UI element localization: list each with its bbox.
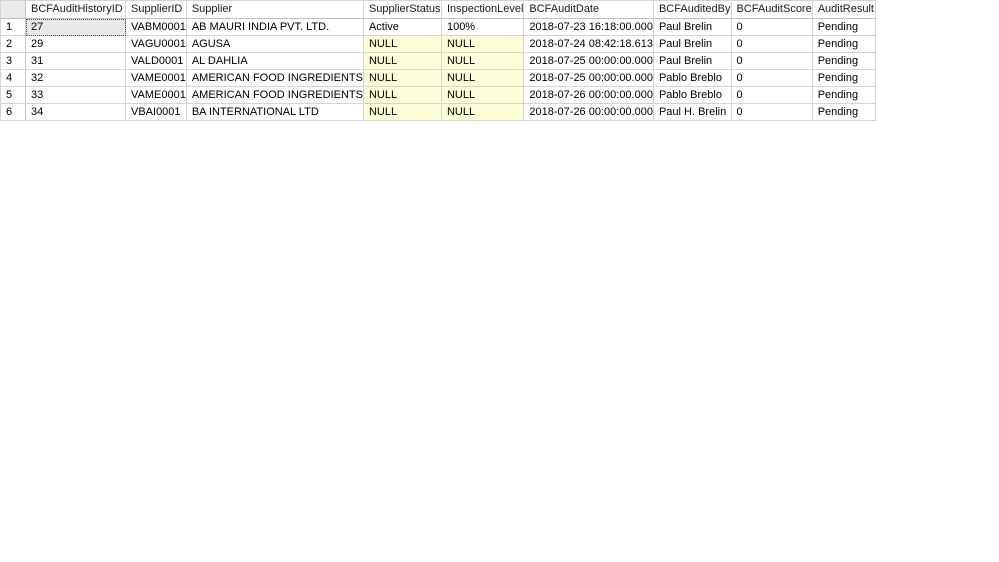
table-row[interactable]: 1 27 VABM0001 AB MAURI INDIA PVT. LTD. Activ… [0,18,876,36]
cell-supplierstatus[interactable]: NULL [363,103,442,121]
column-header-auditresult[interactable]: AuditResult [812,0,876,19]
cell-supplier[interactable]: AL DAHLIA [186,52,364,70]
column-header-bcfauditdate[interactable]: BCFAuditDate [523,0,654,19]
cell-bcfauditscore[interactable]: 0 [731,103,813,121]
cell-bcfauditdate[interactable]: 2018-07-23 16:18:00.000 [523,18,654,36]
cell-bcfaudithistoryid[interactable]: 31 [25,52,126,70]
row-number-cell[interactable]: 2 [0,35,26,53]
cell-bcfauditscore[interactable]: 0 [731,52,813,70]
cell-supplierstatus[interactable]: NULL [363,35,442,53]
cell-supplier[interactable]: AMERICAN FOOD INGREDIENTS [186,86,364,104]
column-header-inspectionlevel[interactable]: InspectionLevel [441,0,525,19]
column-header-bcfauditedby[interactable]: BCFAuditedBy [653,0,732,19]
column-header-bcfauditscore[interactable]: BCFAuditScore [731,0,813,19]
table-row[interactable]: 5 33 VAME0001 AMERICAN FOOD INGREDIENTS NULL… [0,86,876,104]
cell-bcfauditedby[interactable]: Paul Brelin [653,35,732,53]
cell-supplier[interactable]: AGUSA [186,35,364,53]
cell-bcfaudithistoryid[interactable]: 33 [25,86,126,104]
table-row[interactable]: 2 29 VAGU0001 AGUSA NULL NULL 2018-07-24 08:42… [0,35,876,53]
cell-inspectionlevel[interactable]: 100% [441,18,525,36]
table-row[interactable]: 4 32 VAME0001 AMERICAN FOOD INGREDIENTS NULL… [0,69,876,87]
cell-auditresult[interactable]: Pending [812,18,876,36]
cell-supplierid[interactable]: VAME0001 [125,86,187,104]
cell-supplierstatus[interactable]: NULL [363,52,442,70]
cell-bcfauditedby[interactable]: Paul Brelin [653,18,732,36]
cell-bcfauditscore[interactable]: 0 [731,35,813,53]
cell-supplierid[interactable]: VABM0001 [125,18,187,36]
grid-select-all-corner[interactable] [0,0,26,19]
cell-bcfauditdate[interactable]: 2018-07-24 08:42:18.613 [523,35,654,53]
column-header-supplier[interactable]: Supplier [186,0,364,19]
cell-bcfauditscore[interactable]: 0 [731,69,813,87]
cell-auditresult[interactable]: Pending [812,69,876,87]
cell-supplier[interactable]: AB MAURI INDIA PVT. LTD. [186,18,364,36]
column-header-bcfaudithistoryid[interactable]: BCFAuditHistoryID [25,0,126,19]
cell-supplier[interactable]: AMERICAN FOOD INGREDIENTS [186,69,364,87]
cell-inspectionlevel[interactable]: NULL [441,52,525,70]
cell-bcfaudithistoryid-focused[interactable]: 27 [25,18,126,36]
table-row[interactable]: 3 31 VALD0001 AL DAHLIA NULL NULL 2018-07-25 0… [0,52,876,70]
cell-bcfauditdate[interactable]: 2018-07-26 00:00:00.000 [523,86,654,104]
cell-bcfauditscore[interactable]: 0 [731,18,813,36]
cell-bcfauditedby[interactable]: Pablo Breblo [653,86,732,104]
cell-bcfauditscore[interactable]: 0 [731,86,813,104]
cell-bcfauditdate[interactable]: 2018-07-25 00:00:00.000 [523,69,654,87]
cell-inspectionlevel[interactable]: NULL [441,35,525,53]
row-number-cell[interactable]: 1 [0,18,26,36]
cell-supplierid[interactable]: VAGU0001 [125,35,187,53]
cell-inspectionlevel[interactable]: NULL [441,69,525,87]
cell-supplierid[interactable]: VALD0001 [125,52,187,70]
row-number-cell[interactable]: 6 [0,103,26,121]
cell-auditresult[interactable]: Pending [812,52,876,70]
cell-bcfauditedby[interactable]: Paul H. Brelin [653,103,732,121]
row-number-cell[interactable]: 3 [0,52,26,70]
cell-bcfaudithistoryid[interactable]: 34 [25,103,126,121]
row-number-cell[interactable]: 4 [0,69,26,87]
cell-bcfauditedby[interactable]: Pablo Breblo [653,69,732,87]
grid-body: 1 27 VABM0001 AB MAURI INDIA PVT. LTD. Activ… [0,18,876,121]
cell-bcfauditdate[interactable]: 2018-07-26 00:00:00.000 [523,103,654,121]
query-results-grid[interactable]: BCFAuditHistoryID SupplierID Supplier Suppl… [0,0,876,121]
cell-supplierstatus[interactable]: Active [363,18,442,36]
cell-auditresult[interactable]: Pending [812,35,876,53]
cell-supplierid[interactable]: VAME0001 [125,69,187,87]
cell-inspectionlevel[interactable]: NULL [441,86,525,104]
cell-supplierid[interactable]: VBAI0001 [125,103,187,121]
cell-supplierstatus[interactable]: NULL [363,86,442,104]
cell-inspectionlevel[interactable]: NULL [441,103,525,121]
row-number-cell[interactable]: 5 [0,86,26,104]
cell-bcfaudithistoryid[interactable]: 29 [25,35,126,53]
cell-supplierstatus[interactable]: NULL [363,69,442,87]
column-header-supplierstatus[interactable]: SupplierStatus [363,0,442,19]
cell-bcfauditedby[interactable]: Paul Brelin [653,52,732,70]
grid-header-row: BCFAuditHistoryID SupplierID Supplier Suppl… [0,0,876,19]
grid-header: BCFAuditHistoryID SupplierID Supplier Suppl… [0,0,876,19]
cell-bcfaudithistoryid[interactable]: 32 [25,69,126,87]
cell-supplier[interactable]: BA INTERNATIONAL LTD [186,103,364,121]
table-row[interactable]: 6 34 VBAI0001 BA INTERNATIONAL LTD NULL NULL 2… [0,103,876,121]
column-header-supplierid[interactable]: SupplierID [125,0,187,19]
cell-bcfauditdate[interactable]: 2018-07-25 00:00:00.000 [523,52,654,70]
cell-auditresult[interactable]: Pending [812,103,876,121]
cell-auditresult[interactable]: Pending [812,86,876,104]
